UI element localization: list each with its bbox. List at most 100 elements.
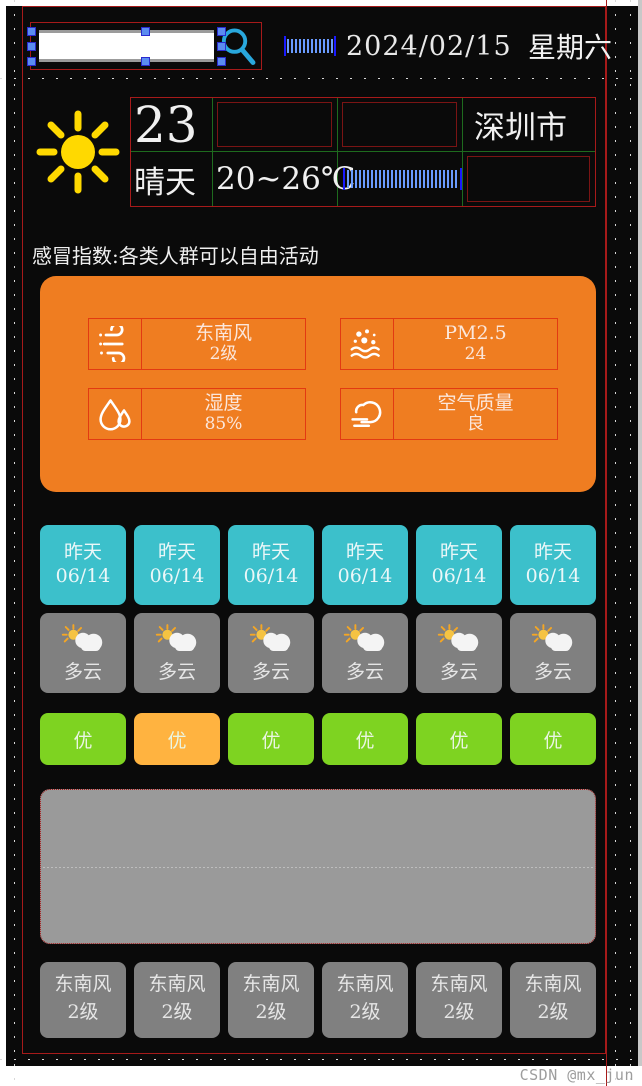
current-blank-cell-3 <box>463 152 595 206</box>
forecast-condition-label: 多云 <box>345 660 384 683</box>
guide-dots-row-header <box>0 78 642 79</box>
metric-title: 东南风 <box>194 321 252 344</box>
forecast-day-label: 昨天 <box>439 540 478 563</box>
forecast-wind-row: 东南风 2级 东南风 2级 东南风 2级 东南风 2级 东南风 2级 东南风 2… <box>40 962 596 1038</box>
metric-text-humidity: 湿度 85% <box>142 388 306 440</box>
forecast-aqi-card[interactable]: 优 <box>322 713 408 765</box>
forecast-wind-card[interactable]: 东南风 2级 <box>40 962 126 1038</box>
forecast-wind-level: 2级 <box>67 1000 99 1023</box>
guide-dots-right-outer <box>630 0 631 1086</box>
forecast-date-card[interactable]: 昨天 06/14 <box>228 525 314 605</box>
placeholder-box <box>217 102 332 147</box>
header-bar: 2024/02/15 星期六 <box>27 18 612 74</box>
forecast-wind-level: 2级 <box>255 1000 287 1023</box>
resize-handle-bl[interactable] <box>27 57 36 66</box>
current-weekday: 星期六 <box>527 31 612 64</box>
metric-title: 空气质量 <box>437 391 514 414</box>
forecast-wind-direction: 东南风 <box>148 972 206 995</box>
temperature-chart-area[interactable] <box>40 789 596 944</box>
metric-value: 良 <box>467 413 484 434</box>
resize-handle-mr[interactable] <box>217 42 226 51</box>
forecast-wind-level: 2级 <box>443 1000 475 1023</box>
forecast-wind-card[interactable]: 东南风 2级 <box>228 962 314 1038</box>
metric-card-humidity[interactable]: 湿度 85% <box>88 388 306 440</box>
sun-cloud-icon <box>343 623 385 651</box>
forecast-date-card[interactable]: 昨天 06/14 <box>40 525 126 605</box>
metric-title: PM2.5 <box>444 321 507 344</box>
search-container[interactable] <box>27 22 262 70</box>
metric-value: 2级 <box>209 343 238 364</box>
forecast-wind-card[interactable]: 东南风 2级 <box>510 962 596 1038</box>
ruler-comb-icon <box>343 168 462 190</box>
forecast-date-row: 昨天 06/14 昨天 06/14 昨天 06/14 昨天 06/14 昨天 0… <box>40 525 596 605</box>
metric-value: 24 <box>464 343 487 364</box>
forecast-date-card[interactable]: 昨天 06/14 <box>322 525 408 605</box>
current-date: 2024/02/15 <box>346 30 512 62</box>
forecast-aqi-label: 优 <box>261 729 281 752</box>
resize-handle-tc[interactable] <box>141 27 150 36</box>
forecast-date-card[interactable]: 昨天 06/14 <box>510 525 596 605</box>
search-input[interactable] <box>39 30 215 62</box>
forecast-aqi-row: 优 优 优 优 优 优 <box>40 713 596 765</box>
current-temp-cell: 23 <box>131 98 213 152</box>
sun-cloud-icon <box>531 623 573 651</box>
forecast-wind-card[interactable]: 东南风 2级 <box>322 962 408 1038</box>
forecast-wind-level: 2级 <box>537 1000 569 1023</box>
metrics-grid: 东南风 2级 PM2.5 24 湿度 85% 空气质量 良 <box>88 318 558 440</box>
forecast-date-label: 06/14 <box>149 564 205 587</box>
metric-title: 湿度 <box>204 391 243 414</box>
resize-handle-br[interactable] <box>217 57 226 66</box>
placeholder-box <box>467 156 590 202</box>
metric-card-wind[interactable]: 东南风 2级 <box>88 318 306 370</box>
forecast-aqi-card[interactable]: 优 <box>510 713 596 765</box>
metrics-panel: 东南风 2级 PM2.5 24 湿度 85% 空气质量 良 <box>40 276 596 492</box>
forecast-aqi-card[interactable]: 优 <box>134 713 220 765</box>
forecast-wind-direction: 东南风 <box>430 972 488 995</box>
resize-handle-ml[interactable] <box>27 42 36 51</box>
forecast-condition-card[interactable]: 多云 <box>322 613 408 693</box>
forecast-condition-card[interactable]: 多云 <box>40 613 126 693</box>
forecast-wind-card[interactable]: 东南风 2级 <box>416 962 502 1038</box>
guide-dots-row-bottom <box>0 1059 642 1060</box>
forecast-aqi-label: 优 <box>73 729 93 752</box>
guide-dots-right-inner <box>615 0 616 1086</box>
metric-card-air-quality[interactable]: 空气质量 良 <box>340 388 558 440</box>
app-canvas: 2024/02/15 星期六 23 深圳市 晴天 20~26℃ 感冒指数:各类人… <box>0 0 642 1086</box>
canvas-edge-left <box>0 0 6 1086</box>
forecast-aqi-card[interactable]: 优 <box>416 713 502 765</box>
forecast-condition-card[interactable]: 多云 <box>510 613 596 693</box>
current-city: 深圳市 <box>474 110 567 146</box>
current-condition: 晴天 <box>134 164 196 201</box>
forecast-day-label: 昨天 <box>251 540 290 563</box>
forecast-wind-direction: 东南风 <box>242 972 300 995</box>
forecast-date-label: 06/14 <box>337 564 393 587</box>
forecast-aqi-label: 优 <box>543 729 563 752</box>
forecast-date-card[interactable]: 昨天 06/14 <box>134 525 220 605</box>
forecast-icon-row: 多云 多云 多云 多云 多云 多云 <box>40 613 596 693</box>
forecast-wind-card[interactable]: 东南风 2级 <box>134 962 220 1038</box>
forecast-date-card[interactable]: 昨天 06/14 <box>416 525 502 605</box>
forecast-condition-card[interactable]: 多云 <box>416 613 502 693</box>
resize-handle-tr[interactable] <box>217 27 226 36</box>
forecast-wind-level: 2级 <box>349 1000 381 1023</box>
sun-icon <box>36 110 120 194</box>
current-blank-cell-2 <box>338 98 463 152</box>
forecast-day-label: 昨天 <box>345 540 384 563</box>
resize-handle-tl[interactable] <box>27 27 36 36</box>
metric-text-wind: 东南风 2级 <box>142 318 306 370</box>
resize-handle-bc[interactable] <box>141 57 150 66</box>
canvas-edge-top <box>0 0 642 6</box>
forecast-aqi-label: 优 <box>355 729 375 752</box>
forecast-wind-direction: 东南风 <box>524 972 582 995</box>
metric-card-pm25[interactable]: PM2.5 24 <box>340 318 558 370</box>
watermark: CSDN @mx_jun <box>519 1066 634 1084</box>
forecast-condition-card[interactable]: 多云 <box>134 613 220 693</box>
forecast-aqi-label: 优 <box>167 729 187 752</box>
humidity-icon <box>88 388 142 440</box>
forecast-condition-card[interactable]: 多云 <box>228 613 314 693</box>
forecast-aqi-card[interactable]: 优 <box>40 713 126 765</box>
forecast-date-label: 06/14 <box>431 564 487 587</box>
forecast-date-label: 06/14 <box>525 564 581 587</box>
forecast-aqi-label: 优 <box>449 729 469 752</box>
forecast-aqi-card[interactable]: 优 <box>228 713 314 765</box>
